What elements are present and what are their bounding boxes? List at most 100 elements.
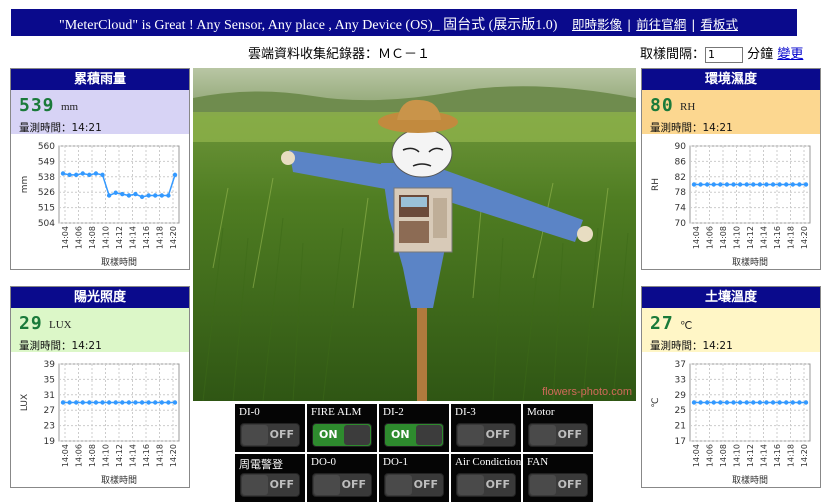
data-point	[751, 400, 756, 405]
photo-watermark: flowers-photo.com	[542, 386, 632, 398]
io-toggle-do1[interactable]: DO-1 OFF	[379, 454, 449, 502]
data-point	[698, 400, 703, 405]
data-point	[73, 172, 79, 178]
illuminance-chart: 39 35 31 27 23 19 14:04 14:06 14:08 14:10 14:12 14:…	[20, 360, 180, 486]
data-point	[803, 400, 809, 405]
io-label: Air Condiction	[455, 456, 522, 468]
toggle-switch[interactable]: ON	[384, 423, 444, 447]
data-point	[153, 193, 158, 198]
toggle-switch[interactable]: OFF	[240, 423, 300, 447]
x-tick-label: 14:20	[800, 226, 809, 249]
toggle-switch[interactable]: OFF	[384, 473, 444, 497]
y-tick-label: 25	[675, 406, 686, 416]
io-toggle-do0[interactable]: DO-0 OFF	[307, 454, 377, 502]
data-point	[80, 171, 85, 176]
y-tick-label: 27	[44, 406, 55, 416]
interval-label: 取樣間隔：	[640, 47, 706, 62]
toggle-switch[interactable]: OFF	[528, 473, 588, 497]
toggle-knob	[242, 425, 268, 445]
io-label: DO-0	[311, 456, 337, 468]
data-point	[737, 182, 743, 187]
data-point	[784, 400, 789, 405]
x-tick-label: 14:08	[719, 444, 728, 467]
data-point	[133, 191, 138, 197]
header-links: 即時影像 | 前往官網 | 看板式	[572, 14, 738, 33]
io-toggle-di2[interactable]: DI-2 ON	[379, 404, 449, 452]
app-title: "MeterCloud" is Great ! Any Sensor, Any …	[59, 18, 558, 33]
toggle-switch[interactable]: OFF	[312, 473, 372, 497]
data-point	[718, 182, 723, 187]
io-toggle-fan[interactable]: FAN OFF	[523, 454, 593, 502]
x-tick-label: 14:18	[156, 444, 165, 467]
toggle-switch[interactable]: OFF	[456, 473, 516, 497]
data-point	[724, 182, 730, 187]
soil-temperature-panel: 土壤溫度 27 ℃ 量測時間：14:21 37 33 29 25 21 17 14:04 14…	[641, 286, 821, 488]
rainfall-chart: 560 549 538 526 515 504 14:04 14:06 14:08 14:10 14…	[20, 142, 180, 268]
io-toggle-power-alarm[interactable]: 周電警登 OFF	[235, 454, 305, 502]
data-point	[704, 182, 710, 187]
toggle-switch[interactable]: ON	[312, 423, 372, 447]
data-point	[93, 400, 99, 405]
y-tick-label: 17	[675, 437, 686, 447]
data-point	[146, 400, 151, 405]
x-tick-label: 14:06	[706, 444, 715, 467]
toggle-knob	[416, 425, 442, 445]
x-tick-label: 14:04	[61, 444, 70, 467]
data-point	[100, 172, 105, 178]
x-tick-label: 14:18	[787, 444, 796, 467]
y-tick-label: 39	[44, 360, 56, 370]
data-point	[172, 172, 178, 178]
toggle-switch[interactable]: OFF	[456, 423, 516, 447]
io-toggle-di3[interactable]: DI-3 OFF	[451, 404, 521, 452]
data-point	[113, 190, 118, 195]
data-point	[139, 194, 145, 200]
x-tick-label: 14:12	[115, 444, 124, 467]
toggle-state: OFF	[269, 428, 294, 441]
io-toggle-motor[interactable]: Motor OFF	[523, 404, 593, 452]
io-toggle-air-condition[interactable]: Air Condiction OFF	[451, 454, 521, 502]
data-point	[764, 400, 769, 405]
interval-unit: 分鐘	[747, 47, 774, 62]
x-tick-label: 14:10	[733, 226, 742, 249]
official-site-link[interactable]: 前往官網	[636, 17, 686, 32]
y-tick-label: 90	[675, 142, 687, 152]
data-point	[718, 400, 723, 405]
toggle-knob	[344, 425, 370, 445]
change-interval-link[interactable]: 變更	[777, 47, 803, 62]
x-tick-label: 14:10	[733, 444, 742, 467]
panel-title: 土壤溫度	[642, 287, 820, 308]
io-label: Motor	[527, 406, 555, 418]
toggle-state: OFF	[413, 478, 438, 491]
panel-reading: 80 RH 量測時間：14:21	[642, 90, 820, 134]
data-point	[777, 400, 782, 405]
io-label: FAN	[527, 456, 549, 468]
toggle-switch[interactable]: OFF	[240, 473, 300, 497]
data-point	[764, 182, 769, 187]
io-toggle-fire-alarm[interactable]: FIRE ALM ON	[307, 404, 377, 452]
x-tick-label: 14:20	[169, 226, 178, 249]
humidity-panel: 環境濕度 80 RH 量測時間：14:21 90 86 82 78 74 70 14:04 1…	[641, 68, 821, 270]
y-tick-label: 19	[44, 437, 56, 447]
y-tick-label: 33	[675, 375, 686, 385]
data-point	[126, 193, 132, 198]
x-tick-label: 14:12	[115, 226, 124, 249]
data-point	[120, 191, 125, 197]
x-tick-label: 14:14	[129, 444, 138, 467]
toggle-switch[interactable]: OFF	[528, 423, 588, 447]
toggle-state: OFF	[485, 478, 510, 491]
x-tick-label: 14:08	[719, 226, 728, 249]
io-toggle-di0[interactable]: DI-0 OFF	[235, 404, 305, 452]
x-tick-label: 14:04	[61, 226, 70, 249]
y-tick-label: 549	[38, 157, 55, 167]
panel-reading: 29 LUX 量測時間：14:21	[11, 308, 189, 352]
x-axis-label: 取樣時間	[101, 474, 137, 486]
interval-input[interactable]	[705, 46, 744, 63]
dashboard-view-link[interactable]: 看板式	[700, 17, 738, 32]
sampling-interval: 取樣間隔： 分鐘 變更	[640, 43, 803, 63]
x-tick-label: 14:10	[102, 444, 111, 467]
live-video-link[interactable]: 即時影像	[572, 17, 622, 32]
data-point	[166, 193, 171, 198]
toggle-knob	[530, 475, 556, 495]
data-point	[159, 400, 165, 405]
data-point	[751, 182, 756, 187]
